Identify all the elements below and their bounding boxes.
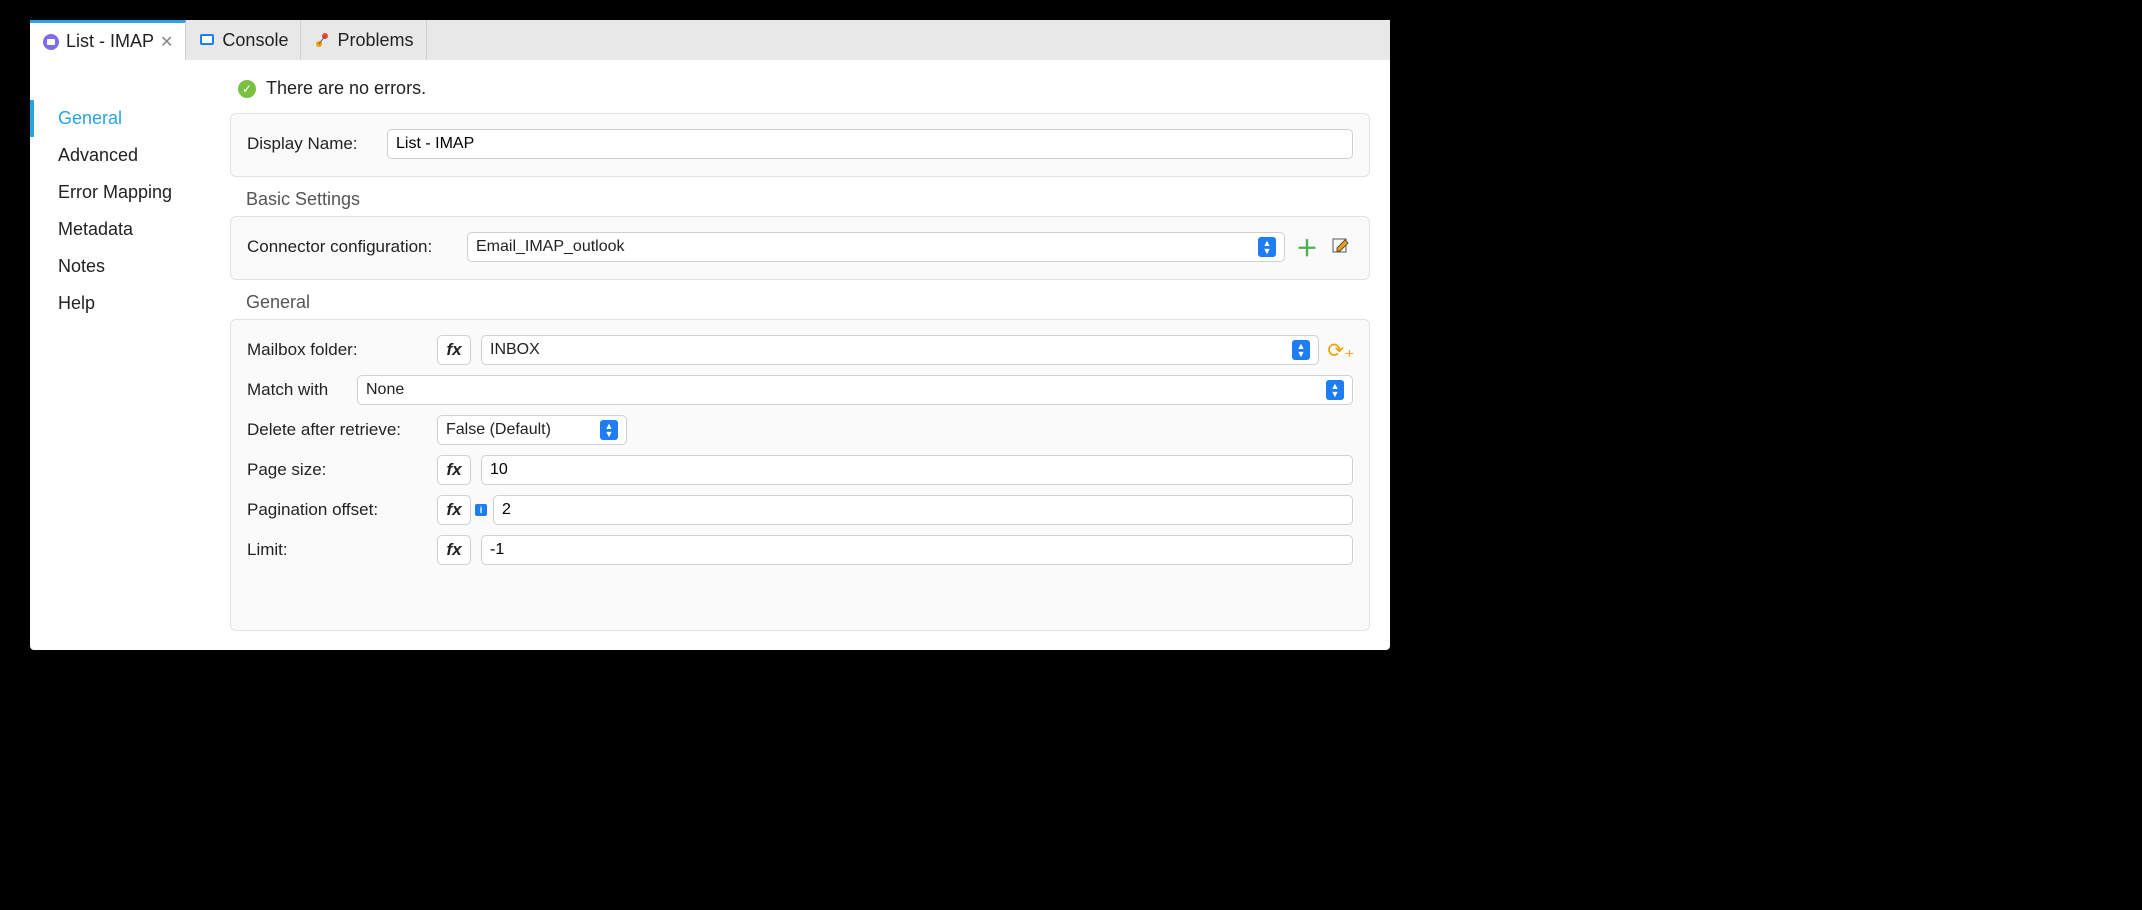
sidebar-item-label: Metadata bbox=[58, 219, 133, 239]
tab-label: Problems bbox=[337, 30, 413, 51]
mailbox-folder-label: Mailbox folder: bbox=[247, 340, 427, 360]
fx-button[interactable]: fx bbox=[437, 495, 471, 525]
close-icon[interactable]: ✕ bbox=[160, 32, 173, 52]
add-button[interactable]: ＋ bbox=[1295, 235, 1319, 259]
general-panel: Mailbox folder: fx INBOX ▲▼ ⟳₊ Match wit… bbox=[230, 319, 1370, 631]
connector-config-value: Email_IMAP_outlook bbox=[476, 238, 625, 256]
limit-input[interactable] bbox=[481, 535, 1353, 565]
sidebar-item-label: Error Mapping bbox=[58, 182, 172, 202]
page-size-input[interactable] bbox=[481, 455, 1353, 485]
sidebar-item-label: General bbox=[58, 108, 122, 128]
status-message: There are no errors. bbox=[266, 78, 426, 99]
page-size-label: Page size: bbox=[247, 460, 427, 480]
info-icon: i bbox=[475, 504, 487, 516]
match-with-label: Match with bbox=[247, 380, 347, 400]
delete-after-retrieve-value: False (Default) bbox=[446, 421, 551, 439]
imap-icon bbox=[42, 33, 60, 51]
fx-button[interactable]: fx bbox=[437, 335, 471, 365]
refresh-button[interactable]: ⟳₊ bbox=[1329, 338, 1353, 362]
basic-settings-title: Basic Settings bbox=[230, 189, 1370, 216]
match-with-value: None bbox=[366, 381, 404, 399]
pagination-offset-input[interactable] bbox=[493, 495, 1353, 525]
sidebar-item-help[interactable]: Help bbox=[30, 285, 210, 322]
tab-list-imap[interactable]: List - IMAP ✕ bbox=[30, 20, 186, 60]
limit-label: Limit: bbox=[247, 540, 427, 560]
sidebar-item-error-mapping[interactable]: Error Mapping bbox=[30, 174, 210, 211]
display-name-input[interactable] bbox=[387, 129, 1353, 159]
tab-bar: List - IMAP ✕ Console Problems bbox=[30, 20, 1390, 60]
sidebar: General Advanced Error Mapping Metadata … bbox=[30, 60, 210, 650]
chevron-updown-icon: ▲▼ bbox=[1258, 237, 1276, 257]
tab-console[interactable]: Console bbox=[186, 20, 301, 60]
tab-label: List - IMAP bbox=[66, 31, 154, 52]
config-window: List - IMAP ✕ Console Problems General A… bbox=[30, 20, 1390, 650]
delete-after-retrieve-select[interactable]: False (Default) ▲▼ bbox=[437, 415, 627, 445]
basic-settings-panel: Connector configuration: Email_IMAP_outl… bbox=[230, 216, 1370, 280]
general-section-title: General bbox=[230, 292, 1370, 319]
display-name-panel: Display Name: bbox=[230, 113, 1370, 177]
problems-icon bbox=[313, 31, 331, 49]
chevron-updown-icon: ▲▼ bbox=[600, 420, 618, 440]
console-icon bbox=[198, 31, 216, 49]
fx-button[interactable]: fx bbox=[437, 535, 471, 565]
edit-button[interactable] bbox=[1329, 235, 1353, 259]
sidebar-item-general[interactable]: General bbox=[30, 100, 210, 137]
sidebar-item-label: Notes bbox=[58, 256, 105, 276]
display-name-label: Display Name: bbox=[247, 134, 377, 154]
chevron-updown-icon: ▲▼ bbox=[1292, 340, 1310, 360]
sidebar-item-advanced[interactable]: Advanced bbox=[30, 137, 210, 174]
delete-after-retrieve-label: Delete after retrieve: bbox=[247, 420, 427, 440]
tab-problems[interactable]: Problems bbox=[301, 20, 426, 60]
sidebar-item-notes[interactable]: Notes bbox=[30, 248, 210, 285]
chevron-updown-icon: ▲▼ bbox=[1326, 380, 1344, 400]
match-with-select[interactable]: None ▲▼ bbox=[357, 375, 1353, 405]
content-pane: ✓ There are no errors. Display Name: Bas… bbox=[210, 60, 1390, 650]
sidebar-item-metadata[interactable]: Metadata bbox=[30, 211, 210, 248]
sidebar-item-label: Help bbox=[58, 293, 95, 313]
sidebar-item-label: Advanced bbox=[58, 145, 138, 165]
connector-config-label: Connector configuration: bbox=[247, 237, 457, 257]
pagination-offset-label: Pagination offset: bbox=[247, 500, 427, 520]
mailbox-folder-value: INBOX bbox=[490, 341, 540, 359]
check-icon: ✓ bbox=[238, 80, 256, 98]
fx-button[interactable]: fx bbox=[437, 455, 471, 485]
status-row: ✓ There are no errors. bbox=[230, 74, 1370, 113]
mailbox-folder-select[interactable]: INBOX ▲▼ bbox=[481, 335, 1319, 365]
connector-config-select[interactable]: Email_IMAP_outlook ▲▼ bbox=[467, 232, 1285, 262]
tab-label: Console bbox=[222, 30, 288, 51]
